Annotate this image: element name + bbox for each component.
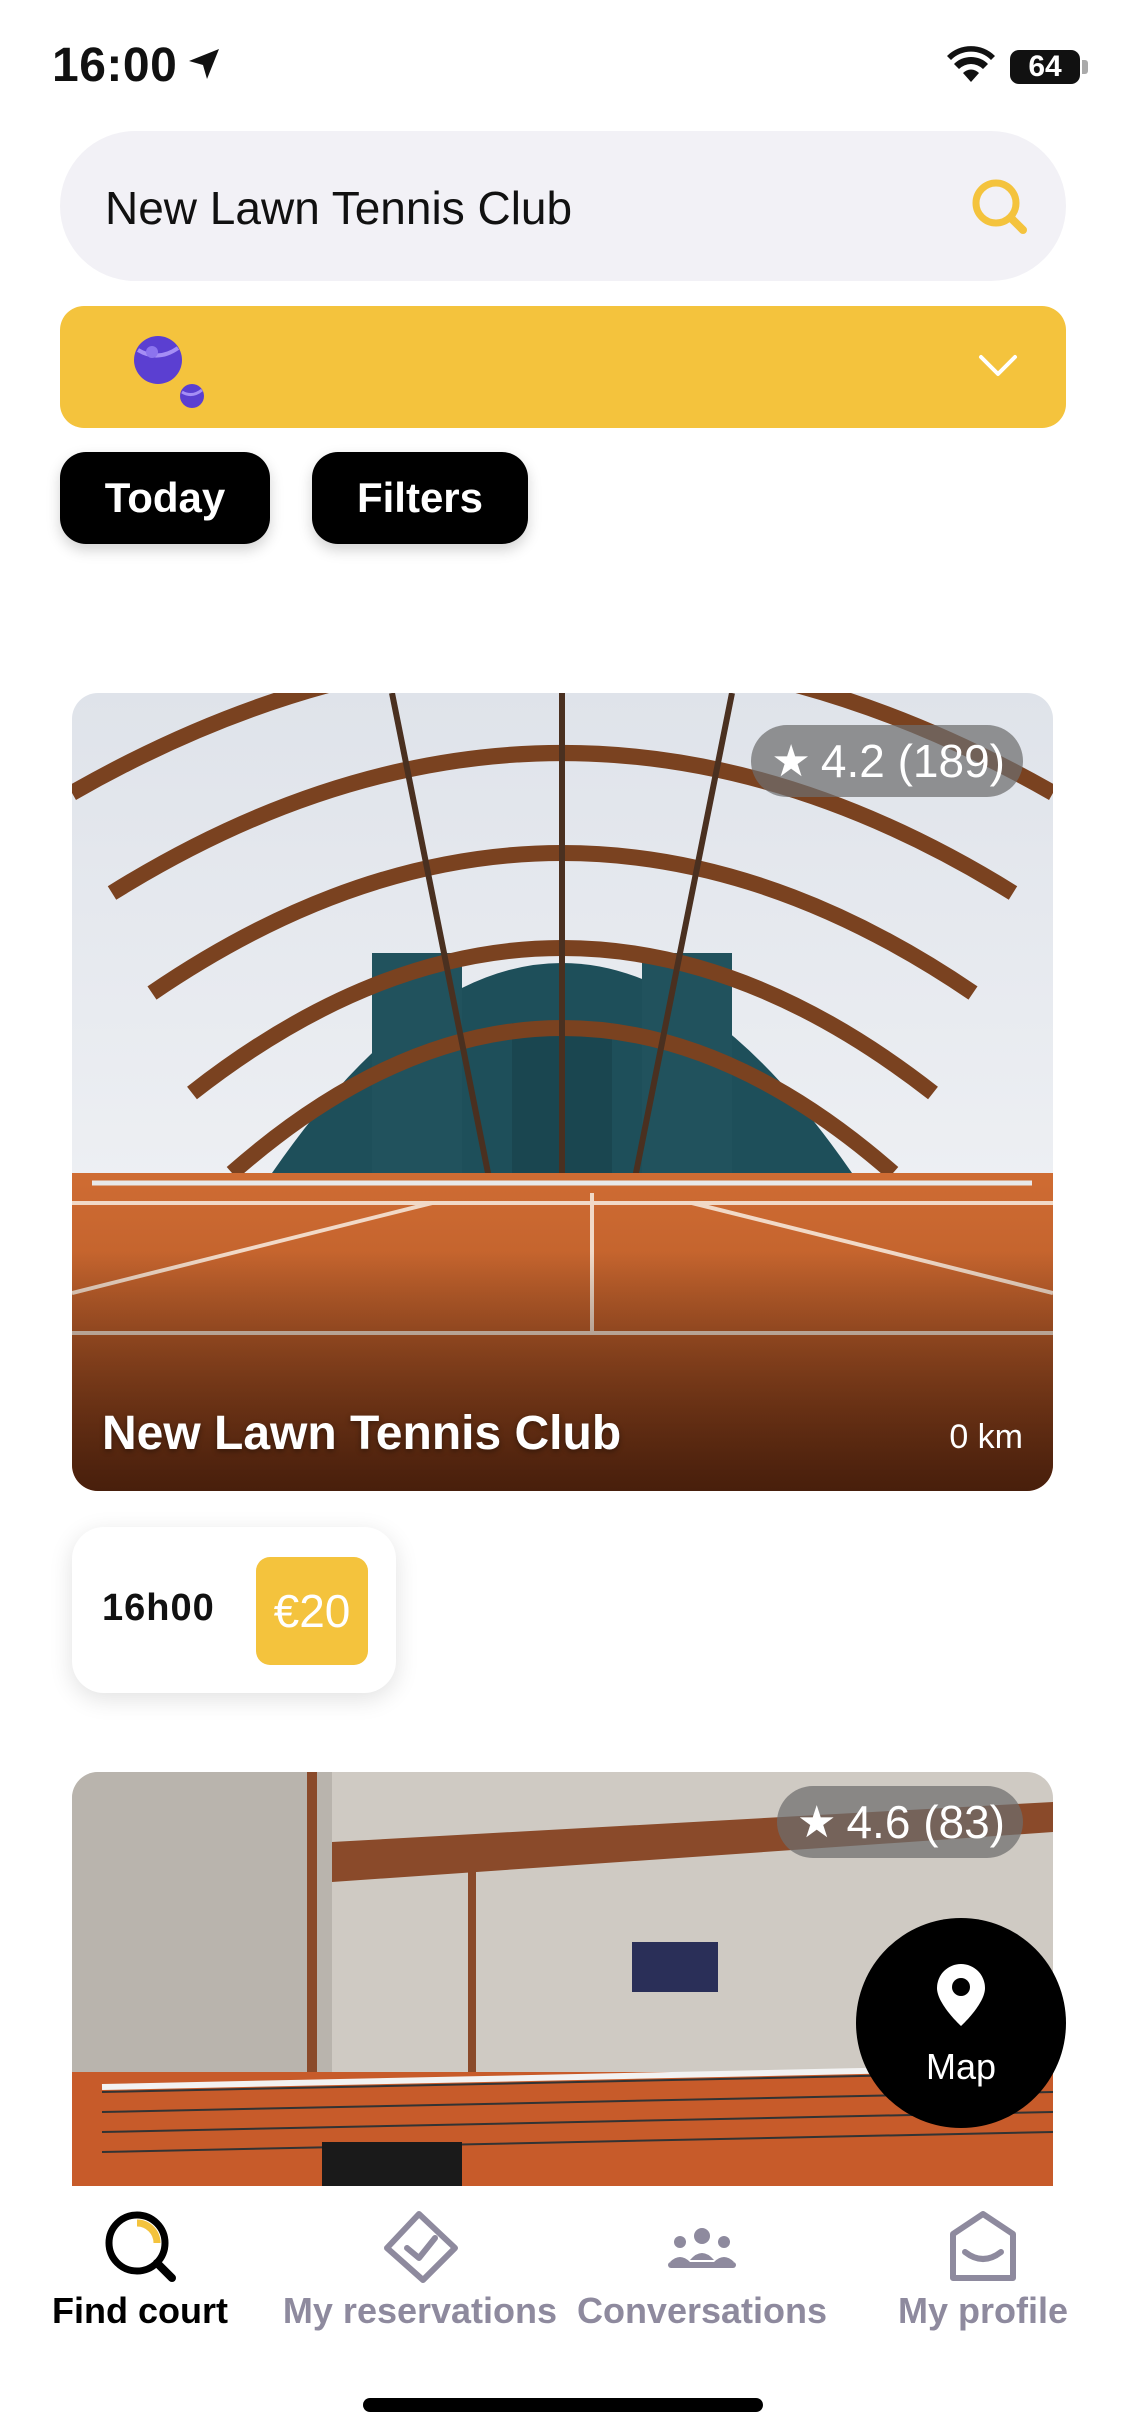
star-icon: ★ xyxy=(771,736,811,786)
time-slot[interactable]: 16h00 €20 xyxy=(72,1527,396,1693)
rating-value: 4.6 (83) xyxy=(846,1796,1005,1848)
find-court-icon xyxy=(105,2211,176,2282)
star-icon: ★ xyxy=(797,1797,837,1847)
sport-selector[interactable] xyxy=(60,306,1066,428)
tab-label: Find court xyxy=(52,2290,228,2331)
today-filter-button[interactable]: Today xyxy=(60,452,270,544)
map-button-label: Map xyxy=(925,2046,997,2087)
tab-my-reservations[interactable]: My reservations xyxy=(280,2186,560,2346)
profile-icon xyxy=(950,2211,1016,2281)
club-card[interactable]: ★ 4.2 (189) New Lawn Tennis Club 0 km xyxy=(72,693,1053,1491)
tab-label: My profile xyxy=(897,2290,1068,2331)
status-time: 16:00 xyxy=(52,39,178,92)
search-icon[interactable] xyxy=(970,177,1028,235)
club-photo xyxy=(72,693,1053,1491)
ticket-check-icon xyxy=(384,2211,458,2283)
tab-label: My reservations xyxy=(282,2290,558,2331)
map-button[interactable]: Map xyxy=(856,1918,1066,2128)
people-icon xyxy=(668,2228,736,2268)
search-input[interactable]: New Lawn Tennis Club xyxy=(105,181,572,235)
filters-button[interactable]: Filters xyxy=(312,452,528,544)
battery-tip xyxy=(1082,60,1088,74)
slot-time: 16h00 xyxy=(102,1587,215,1629)
status-bar: 16:00 64 xyxy=(0,0,1125,135)
tab-find-court[interactable]: Find court xyxy=(0,2186,280,2346)
tennis-balls-icon xyxy=(134,336,204,408)
rating-badge: ★ 4.2 (189) xyxy=(751,725,1023,797)
rating-badge: ★ 4.6 (83) xyxy=(777,1786,1023,1858)
rating-value: 4.2 (189) xyxy=(820,735,1005,787)
home-indicator xyxy=(363,2398,763,2412)
search-bar[interactable]: New Lawn Tennis Club xyxy=(60,131,1066,281)
club-distance: 0 km xyxy=(949,1418,1023,1456)
chevron-down-icon[interactable] xyxy=(978,352,1018,380)
location-arrow-icon xyxy=(189,49,219,79)
tab-conversations[interactable]: Conversations xyxy=(562,2186,842,2346)
club-name: New Lawn Tennis Club xyxy=(102,1407,622,1460)
wifi-icon xyxy=(947,46,995,82)
map-pin-icon xyxy=(937,1964,985,2026)
tab-my-profile[interactable]: My profile xyxy=(843,2186,1123,2346)
tab-label: Conversations xyxy=(576,2290,828,2331)
battery-indicator: 64 xyxy=(1010,50,1080,84)
slot-price[interactable]: €20 xyxy=(256,1557,368,1665)
